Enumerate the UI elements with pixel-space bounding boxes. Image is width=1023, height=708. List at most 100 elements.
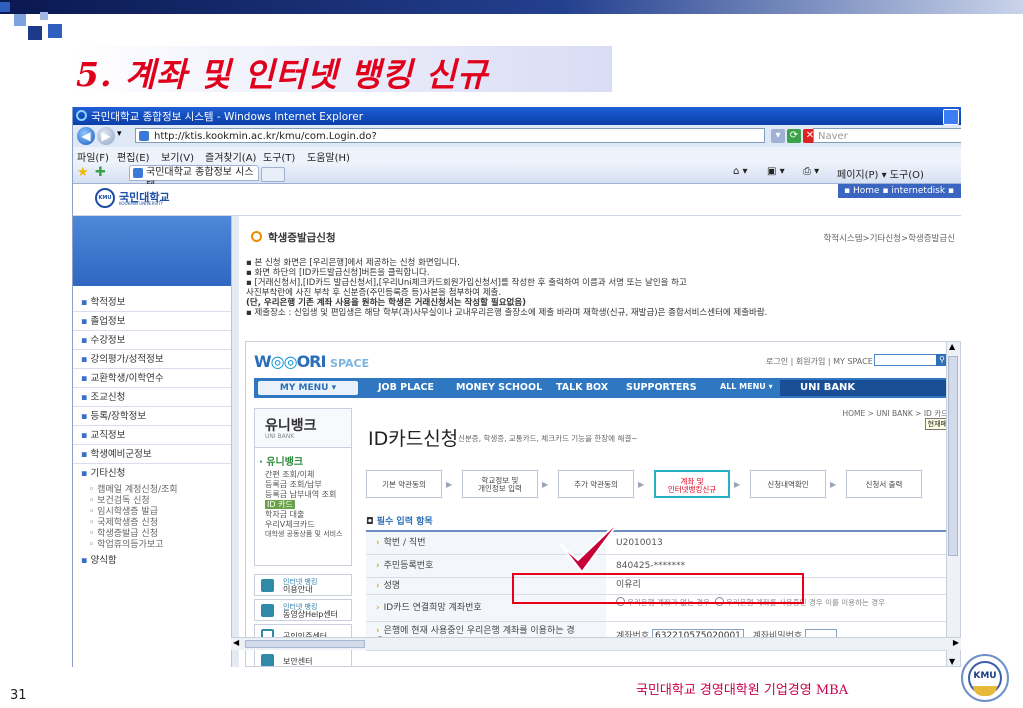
frame-vertical-scrollbar[interactable]: ▲ ▼ (946, 342, 960, 666)
minimize-button[interactable] (943, 109, 959, 125)
nav-item[interactable]: ▪ 등록/장학정보 (73, 408, 231, 426)
sidebar-item[interactable]: 대학생 공동상품 및 서비스 (265, 530, 343, 539)
quick-link-guide[interactable]: 인터넷 뱅킹 이용안내 (254, 574, 352, 596)
home-links[interactable]: ▪ Home ▪ internetdisk ▪ L (838, 184, 961, 210)
woori-sidebar: 유니뱅크 UNI BANK · 유니뱅크 간편 조회/이체 등록금 조회/납부 … (254, 408, 354, 666)
page-title: ID카드신청 (368, 428, 459, 450)
history-dropdown-icon[interactable]: ▾ (117, 129, 122, 139)
university-logo[interactable]: KMU 국민대학교 KOOKMIN UNIVERSITY (95, 188, 187, 210)
woori-nav: MY MENU ▾ JOB PLACE MONEY SCHOOL TALK BO… (254, 378, 948, 398)
subnav-item[interactable]: ◦ 학업휴의등가보고 (89, 540, 163, 550)
nav-item[interactable]: ▪ 학생예비군정보 (73, 446, 231, 464)
subnav-item[interactable]: ◦ 학생증발급 신청 (89, 529, 158, 539)
step-arrow-icon: ▶ (638, 480, 645, 489)
new-tab-button[interactable] (261, 167, 285, 182)
nav-item-other-requests[interactable]: ▪ 기타신청 (73, 465, 231, 483)
menu-favorites[interactable]: 즐겨찾기(A) (205, 149, 256, 164)
table-row: 학번 / 직번 U2010013 (366, 532, 948, 555)
notice-line: (단, 우리은행 기존 계좌 사용을 원하는 학생은 거래신청서는 작성할 필요… (246, 298, 527, 308)
field-label: 학번 / 직번 (376, 538, 426, 549)
university-logo-subtext: KOOKMIN UNIVERSITY (119, 201, 163, 206)
menu-edit[interactable]: 편집(E) (117, 149, 150, 164)
sidebar-item[interactable]: 우리V체크카드 (265, 520, 315, 529)
address-text: http://ktis.kookmin.ac.kr/kmu/com.Login.… (154, 131, 377, 142)
ie-logo-icon (76, 110, 87, 121)
nav-money-school[interactable]: MONEY SCHOOL (456, 382, 542, 393)
menu-file[interactable]: 파일(F) (77, 149, 109, 164)
notice-line: ▪ [거래신청서],[ID카드 발급신청서],[우리Uni체크카드회원가입신청서… (246, 278, 687, 288)
scroll-right-icon[interactable]: ▶ (953, 638, 959, 647)
scroll-up-icon[interactable]: ▲ (949, 342, 955, 351)
nav-item[interactable]: ▪ 교직정보 (73, 427, 231, 445)
sidebar-item-id-card[interactable]: ID 카드 (265, 500, 295, 509)
feeds-icon[interactable]: ▣ ▾ (767, 166, 785, 177)
menu-view[interactable]: 보기(V) (161, 149, 194, 164)
scroll-left-icon[interactable]: ◀ (233, 638, 239, 647)
back-button[interactable]: ◀ (77, 127, 95, 145)
woori-search-input[interactable] (874, 354, 938, 366)
nav-talk-box[interactable]: TALK BOX (556, 382, 608, 393)
nav-all-menu[interactable]: ALL MENU ▾ (720, 382, 773, 391)
step-extra-terms: 추가 약관동의 (558, 470, 634, 498)
quick-link-security[interactable]: 보안센터 (254, 649, 352, 666)
highlight-box (512, 573, 804, 604)
sidebar-item[interactable]: 학자금 대출 (265, 510, 304, 519)
uni-bank-tab[interactable]: UNI BANK (780, 380, 946, 396)
print-icon[interactable]: ⎙ ▾ (803, 166, 819, 177)
monitor-icon (261, 579, 274, 592)
subnav-item[interactable]: ◦ 보건검독 신청 (89, 496, 150, 506)
subnav-item[interactable]: ◦ 임시학생증 발급 (89, 507, 158, 517)
horizontal-scroll-thumb[interactable] (245, 640, 365, 648)
nav-job-place[interactable]: JOB PLACE (378, 382, 434, 393)
notice-line: 사진부착란에 사진 부착 후 신분증(주민등록증 등)사본을 첨부하여 제출. (246, 288, 502, 298)
footer-text: 국민대학교 경영대학원 기업경영 MBA (636, 683, 849, 698)
step-terms: 기본 약관동의 (366, 470, 442, 498)
horizontal-scrollbar[interactable]: ◀ ▶ (231, 637, 961, 650)
scroll-down-icon[interactable]: ▼ (949, 657, 955, 666)
notice-line: ▪ 화면 하단의 [ID카드발급신청]버튼을 클릭합니다. (246, 268, 430, 278)
page-number: 31 (10, 688, 27, 703)
browser-tab[interactable]: 국민대학교 종합정보 시스템 (129, 165, 259, 192)
favorites-star-icon[interactable]: ★ (77, 165, 89, 180)
nav-supporters[interactable]: SUPPORTERS (626, 382, 697, 393)
scroll-thumb[interactable] (948, 356, 958, 556)
menu-help[interactable]: 도움말(H) (307, 149, 350, 164)
page-subtitle: 신분증, 학생증, 교통카드, 체크카드 기능을 한장에 해결~ (458, 434, 638, 443)
resident-number-value: 840425-******* (616, 561, 686, 571)
tab-page-icon (133, 168, 143, 178)
content-breadcrumb: 학적시스템>기타신청>학생증발급신 (823, 234, 955, 244)
sidebar-menu-title: · 유니뱅크 (259, 457, 304, 468)
search-input[interactable]: Naver (813, 128, 961, 143)
nav-item[interactable]: ▪ 교환학생/이학연수 (73, 370, 231, 388)
frame-splitter[interactable] (231, 216, 239, 667)
quick-link-video-help[interactable]: 인터넷 뱅킹 동영상Help센터 (254, 599, 352, 621)
address-dropdown-icon[interactable]: ▾ (771, 129, 785, 143)
sidebar-header: 유니뱅크 UNI BANK (254, 408, 352, 448)
woori-top-links[interactable]: 로그인 | 회원가입 | MY SPACE (766, 356, 873, 367)
home-icon[interactable]: ⌂ ▾ (733, 166, 748, 177)
nav-item-forms[interactable]: ▪ 양식함 (73, 552, 231, 570)
subnav-item[interactable]: ◦ 국제학생증 신청 (89, 518, 158, 528)
my-menu-button[interactable]: MY MENU ▾ (258, 381, 358, 395)
nav-item[interactable]: ▪ 수강정보 (73, 332, 231, 350)
sidebar-item[interactable]: 등록금 납부내역 조회 (265, 490, 336, 499)
university-emblem-icon: KMU (95, 188, 115, 208)
forward-button[interactable]: ▶ (97, 127, 115, 145)
kmu-logo: KMU (961, 654, 1009, 702)
nav-item[interactable]: ▪ 졸업정보 (73, 313, 231, 331)
nav-item[interactable]: ▪ 강의평가/성적정보 (73, 351, 231, 369)
address-row: ◀ ▶ ▾ http://ktis.kookmin.ac.kr/kmu/com.… (73, 125, 961, 147)
nav-item[interactable]: ▪ 조교신청 (73, 389, 231, 407)
refresh-icon[interactable]: ⟳ (787, 129, 801, 143)
ie-tools-menu[interactable]: 페이지(P) ▾ 도구(O) (837, 166, 924, 181)
sidebar-item[interactable]: 등록금 조회/납부 (265, 480, 322, 489)
address-bar[interactable]: http://ktis.kookmin.ac.kr/kmu/com.Login.… (135, 128, 765, 143)
sidebar-item[interactable]: 간편 조회/이체 (265, 470, 314, 479)
subnav-item[interactable]: ◦ 캠메일 계정신청/조회 (89, 485, 178, 495)
notice-line: ▪ 본 신청 화면은 [우리은행]에서 제공하는 신청 화면입니다. (246, 258, 460, 268)
menu-tools[interactable]: 도구(T) (263, 149, 295, 164)
nav-item[interactable]: ▪ 학적정보 (73, 294, 231, 312)
add-favorite-icon[interactable]: ✚ (95, 165, 106, 180)
window-titlebar: 국민대학교 종합정보 시스템 - Windows Internet Explor… (73, 107, 961, 125)
woori-space-logo[interactable]: W◎◎ORI SPACE (254, 352, 369, 371)
